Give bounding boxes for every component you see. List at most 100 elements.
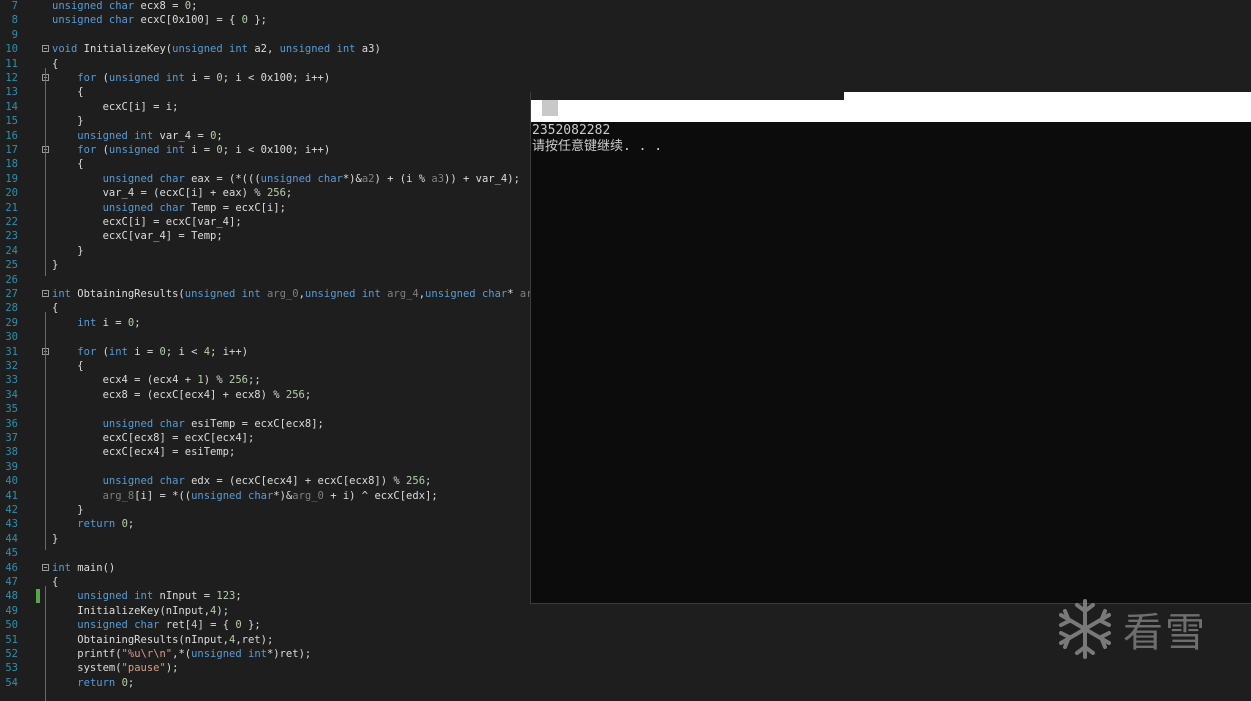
code-token: unsigned [191,648,242,660]
code-text[interactable]: { [52,85,83,99]
code-text[interactable]: { [52,359,83,373]
code-text[interactable]: ecx4 = (ecx4 + 1) % 256;; [52,373,261,387]
code-token: unsigned [102,172,154,185]
line-number: 24 [5,244,18,257]
code-text[interactable]: ecxC[i] = i; [52,100,179,114]
code-text[interactable]: { [52,57,58,71]
code-token: main() [70,561,116,574]
code-token: ( [96,144,109,156]
code-text[interactable]: for (unsigned int i = 0; i < 0x100; i++) [52,143,330,157]
code-text[interactable]: return 0; [52,517,134,531]
code-text[interactable]: ecx8 = (ecxC[ecx4] + ecx8) % 256; [52,388,312,402]
code-text[interactable]: unsigned int var_4 = 0; [52,129,222,143]
line-number: 51 [5,633,18,646]
console-titlebar[interactable] [531,92,1251,122]
code-token: a2, [248,43,280,56]
line-number: 32 [5,360,18,372]
code-token: int [108,345,128,358]
outline-guide [45,586,46,701]
code-token: int [52,288,71,300]
code-text[interactable]: ecxC[ecx4] = esiTemp; [52,445,236,459]
code-text[interactable]: { [52,301,58,315]
code-text[interactable]: for (unsigned int i = 0; i < 0x100; i++) [52,71,330,85]
code-token: void [52,43,78,56]
code-token: ] = { [197,619,236,632]
code-token: int [52,561,71,574]
code-text[interactable]: system("pause"); [52,661,178,675]
code-token: ; [285,187,293,200]
code-text[interactable]: int main() [52,561,115,575]
code-token: ObtainingResults(nInput, [52,633,230,646]
code-text[interactable]: unsigned char Temp = ecxC[i]; [52,201,286,215]
code-text[interactable]: unsigned char ret[4] = { 0 }; [52,618,260,632]
line-number: 10 [5,43,18,56]
line-number: 38 [5,446,18,459]
line-number: 20 [5,187,18,200]
code-text[interactable]: printf("%u\r\n",*(unsigned int*)ret); [52,647,311,661]
code-token: ; [127,518,135,531]
code-token: unsigned [304,288,356,300]
line-number: 34 [5,388,18,401]
line-number: 12 [5,72,18,84]
line-number: 41 [5,489,18,502]
fold-toggle-icon[interactable] [42,45,49,53]
code-token: ; [127,676,135,689]
line-number: 54 [5,676,18,689]
code-text[interactable]: unsigned char ecx8 = 0; [52,0,197,13]
code-token: char [159,172,185,185]
code-text[interactable]: int ObtainingResults(unsigned int arg_0,… [52,287,558,301]
code-token: for [77,345,97,358]
code-token: unsigned [108,144,160,156]
code-token: ) + (i % [374,172,432,185]
code-text[interactable]: unsigned char edx = (ecxC[ecx4] + ecxC[e… [52,474,432,488]
line-number: 18 [5,158,18,171]
code-text[interactable]: } [52,532,58,546]
code-text[interactable]: for (int i = 0; i < 4; i++) [52,345,248,359]
code-token: { [52,302,59,315]
code-text[interactable]: ecxC[i] = ecxC[var_4]; [52,215,242,229]
code-text[interactable]: void InitializeKey(unsigned int a2, unsi… [52,42,381,56]
code-text[interactable]: ObtainingResults(nInput,4,ret); [52,633,273,647]
code-text[interactable]: unsigned char ecxC[0x100] = { 0 }; [52,13,267,27]
code-token: int [336,43,356,56]
code-text[interactable]: arg_8[i] = *((unsigned char*)&arg_0 + i)… [52,489,438,503]
code-text[interactable]: } [52,503,83,517]
code-token: unsigned [77,129,128,142]
titlebar-notch [531,92,844,100]
fold-toggle-icon[interactable] [42,290,49,297]
code-token: char [317,172,343,185]
code-text[interactable]: unsigned char esiTemp = ecxC[ecx8]; [52,417,324,431]
code-text[interactable]: int i = 0; [52,316,140,330]
code-text[interactable]: ecxC[ecx8] = ecxC[ecx4]; [52,431,255,445]
code-token: unsigned [52,14,103,27]
code-text[interactable]: var_4 = (ecxC[i] + eax) % 256; [52,186,293,200]
code-token: { [52,576,59,588]
fold-toggle-icon[interactable] [42,563,49,571]
code-token: * [507,288,520,300]
code-text[interactable]: return 0; [52,676,134,690]
code-text[interactable]: { [52,157,83,171]
code-token: int [134,590,154,603]
code-token: ; i < 0x100; i++) [222,144,331,156]
code-token: printf( [52,648,122,660]
code-text[interactable]: } [52,244,83,258]
line-number: 21 [5,201,18,214]
code-token: ecxC[var_4] = Temp; [52,230,223,243]
line-number: 37 [5,432,18,444]
code-text[interactable]: } [52,258,58,272]
code-text[interactable]: unsigned int nInput = 123; [52,589,242,603]
code-token: ; [235,590,242,603]
code-text[interactable]: unsigned char eax = (*(((unsigned char*)… [52,172,520,186]
code-token: int [165,72,185,84]
code-token: unsigned [108,72,160,84]
console-window[interactable]: 2352082282 请按任意键继续. . . [530,92,1251,604]
line-number: 14 [5,100,18,113]
code-text[interactable]: } [52,114,83,128]
code-text[interactable]: InitializeKey(nInput,4); [52,604,229,618]
line-number: 33 [5,374,18,387]
code-text[interactable]: ecxC[var_4] = Temp; [52,229,223,243]
code-text[interactable]: { [52,575,58,589]
